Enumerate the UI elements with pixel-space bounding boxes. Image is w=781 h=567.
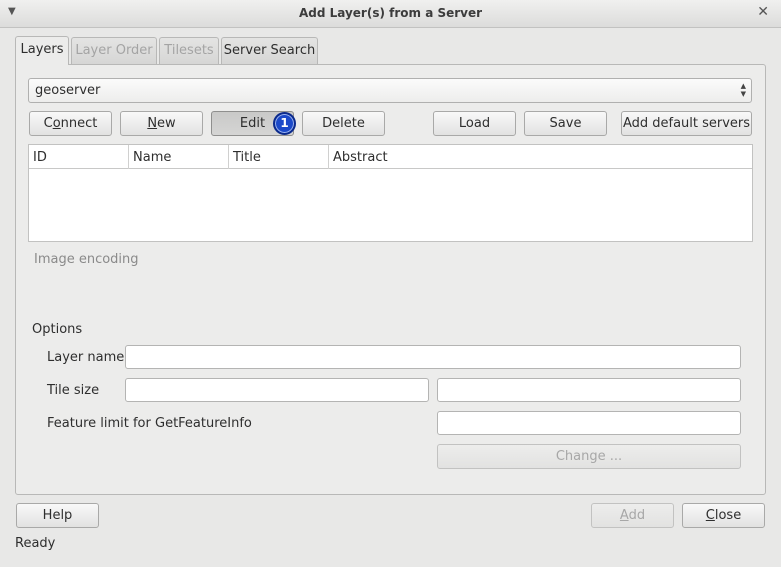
connection-select[interactable]: geoserver ▲ ▼ xyxy=(28,78,752,103)
column-header-id[interactable]: ID xyxy=(29,145,129,169)
table-header: ID Name Title Abstract xyxy=(29,145,752,169)
tab-server-search[interactable]: Server Search xyxy=(221,37,318,64)
add-default-servers-button[interactable]: Add default servers xyxy=(621,111,752,136)
updown-arrows-icon: ▲ ▼ xyxy=(740,82,746,98)
close-button[interactable]: Close xyxy=(682,503,765,528)
close-icon[interactable]: ✕ xyxy=(757,4,769,20)
change-crs-button: Change ... xyxy=(437,444,741,469)
help-button[interactable]: Help xyxy=(16,503,99,528)
add-button: Add xyxy=(591,503,674,528)
layer-name-label: Layer name xyxy=(47,350,125,365)
column-header-abstract[interactable]: Abstract xyxy=(329,145,752,169)
column-header-name[interactable]: Name xyxy=(129,145,229,169)
save-button[interactable]: Save xyxy=(524,111,607,136)
delete-button[interactable]: Delete xyxy=(302,111,385,136)
step-number-badge: 1 xyxy=(273,112,296,135)
column-header-title[interactable]: Title xyxy=(229,145,329,169)
tab-tilesets: Tilesets xyxy=(159,37,219,64)
tile-width-input[interactable] xyxy=(125,378,429,402)
tab-layers[interactable]: Layers xyxy=(15,36,69,65)
layers-table[interactable]: ID Name Title Abstract xyxy=(28,144,753,242)
image-encoding-label: Image encoding xyxy=(34,252,139,267)
connect-button[interactable]: Connect xyxy=(29,111,112,136)
options-heading: Options xyxy=(32,322,83,337)
new-button[interactable]: New xyxy=(120,111,203,136)
tab-layer-order: Layer Order xyxy=(71,37,157,64)
tile-height-input[interactable] xyxy=(437,378,741,402)
tile-size-label: Tile size xyxy=(47,383,100,398)
feature-limit-label: Feature limit for GetFeatureInfo xyxy=(47,416,252,431)
status-text: Ready xyxy=(15,536,56,551)
load-button[interactable]: Load xyxy=(433,111,516,136)
title-bar: ▼ Add Layer(s) from a Server ✕ xyxy=(0,0,781,28)
connection-select-value: geoserver xyxy=(35,83,101,98)
layer-name-input[interactable] xyxy=(125,345,741,369)
feature-limit-input[interactable] xyxy=(437,411,741,435)
window-title: Add Layer(s) from a Server xyxy=(298,6,483,20)
